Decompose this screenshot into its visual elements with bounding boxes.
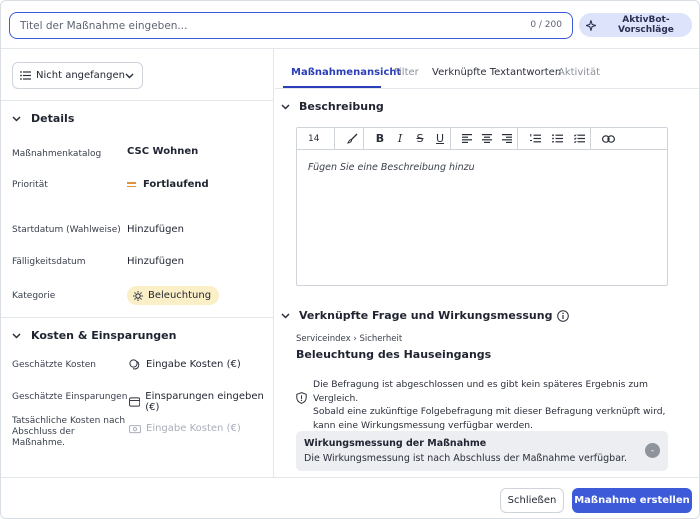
- estimated-costs-input[interactable]: Eingabe Kosten (€): [129, 359, 241, 370]
- description-heading: Beschreibung: [299, 100, 384, 113]
- catalog-label: Maßnahmenkatalog: [12, 149, 102, 159]
- underline-icon[interactable]: U: [430, 128, 450, 150]
- impact-measurement-box: Wirkungsmessung der Maßnahme Die Wirkung…: [296, 431, 668, 471]
- toolbar-separator: [450, 127, 451, 150]
- estimated-savings-placeholder: Einsparungen eingeben (€): [145, 391, 264, 413]
- shield-icon: [296, 392, 307, 404]
- priority-value[interactable]: Fortlaufend: [127, 179, 209, 190]
- chevron-down-icon: [12, 115, 21, 122]
- actual-costs-label-line3: Maßnahme.: [12, 438, 66, 448]
- description-editor: 14 B I S U Fügen Sie eine Beschreibung h…: [296, 127, 668, 286]
- category-value: Beleuchtung: [148, 290, 212, 301]
- ordered-list-icon[interactable]: [524, 128, 546, 150]
- linked-question-heading: Verknüpfte Frage und Wirkungsmessung: [299, 309, 553, 322]
- paint-brush-icon[interactable]: [341, 128, 363, 150]
- content-panel: Maßnahmenansicht Filter Verknüpfte Texta…: [275, 49, 699, 477]
- chevron-down-icon: [125, 73, 134, 78]
- question-title: Beleuchtung des Hauseingangs: [296, 348, 492, 361]
- list-icon: [20, 71, 31, 80]
- tab-massnahmenansicht[interactable]: Maßnahmenansicht: [291, 67, 401, 78]
- align-center-icon[interactable]: [477, 128, 497, 150]
- money-icon: [129, 424, 141, 433]
- tab-filter[interactable]: Filter: [394, 67, 419, 78]
- linked-question-section-toggle[interactable]: Verknüpfte Frage und Wirkungsmessung: [281, 309, 570, 322]
- divider: [1, 317, 274, 318]
- costs-section-toggle[interactable]: Kosten & Einsparungen: [12, 329, 176, 342]
- chevron-down-icon: [12, 332, 21, 339]
- char-counter: 0 / 200: [530, 20, 562, 30]
- due-date-label: Fälligkeitsdatum: [12, 257, 86, 267]
- survey-info-text: Die Befragung ist abgeschlossen und es g…: [313, 378, 673, 432]
- aktivbot-suggestions-button[interactable]: AktivBot-Vorschläge: [579, 13, 692, 37]
- align-left-icon[interactable]: [457, 128, 477, 150]
- title-field[interactable]: 0 / 200: [9, 12, 573, 39]
- impact-text: Die Wirkungsmessung ist nach Abschluss d…: [304, 453, 628, 464]
- italic-icon[interactable]: I: [390, 128, 410, 150]
- chevron-down-icon: [281, 312, 290, 319]
- actual-costs-input: Eingabe Kosten (€): [129, 423, 241, 434]
- status-value: Nicht angefangen: [36, 70, 125, 81]
- divider: [1, 100, 274, 101]
- tab-bar: Maßnahmenansicht Filter Verknüpfte Texta…: [275, 49, 699, 89]
- category-badge[interactable]: Beleuchtung: [127, 286, 220, 305]
- details-panel: Nicht angefangen Details Maßnahmenkatalo…: [1, 49, 274, 477]
- aktivbot-label: AktivBot-Vorschläge: [617, 15, 674, 35]
- editor-toolbar: 14 B I S U: [297, 127, 667, 150]
- link-icon[interactable]: [597, 128, 619, 150]
- toolbar-separator: [363, 127, 364, 150]
- font-size-select[interactable]: 14: [308, 128, 334, 150]
- priority-text: Fortlaufend: [143, 179, 209, 190]
- wallet-icon: [129, 397, 141, 407]
- align-right-icon[interactable]: [497, 128, 517, 150]
- active-tab-indicator: [283, 86, 381, 88]
- category-label: Kategorie: [12, 291, 56, 301]
- estimated-costs-placeholder: Eingabe Kosten (€): [146, 359, 241, 370]
- coins-icon: [129, 359, 140, 370]
- close-button[interactable]: Schließen: [500, 488, 564, 513]
- checklist-icon[interactable]: [568, 128, 590, 150]
- start-date-add[interactable]: Hinzufügen: [127, 224, 184, 235]
- estimated-costs-label: Geschätzte Kosten: [12, 360, 96, 370]
- impact-title: Wirkungsmessung der Maßnahme: [304, 438, 487, 449]
- catalog-value[interactable]: CSC Wohnen: [127, 146, 198, 157]
- tab-activity[interactable]: Aktivität: [558, 67, 600, 78]
- priority-icon: [127, 180, 136, 189]
- toolbar-separator: [517, 127, 518, 150]
- priority-label: Priorität: [12, 180, 48, 190]
- info-icon[interactable]: [557, 309, 570, 322]
- impact-status-badge: -: [645, 443, 660, 458]
- actual-costs-label-line2: Abschluss der: [12, 427, 75, 437]
- details-heading: Details: [31, 112, 75, 125]
- toolbar-separator: [590, 127, 591, 150]
- question-breadcrumb: Serviceindex › Sicherheit: [296, 334, 403, 344]
- actual-costs-label: Tatsächliche Kosten nach Abschluss der M…: [12, 416, 125, 449]
- survey-info-line2: Sobald eine zukünftige Folgebefragung mi…: [313, 406, 666, 417]
- bullet-list-icon[interactable]: [546, 128, 568, 150]
- bold-icon[interactable]: B: [370, 128, 390, 150]
- estimated-savings-label: Geschätzte Einsparungen: [12, 392, 128, 402]
- sparkle-icon: [586, 19, 596, 31]
- lightbulb-icon: [133, 290, 143, 301]
- survey-info-line3: kann eine Wirkungsmessung verfügbar werd…: [313, 419, 533, 431]
- estimated-savings-input[interactable]: Einsparungen eingeben (€): [129, 391, 273, 413]
- start-date-label: Startdatum (Wahlweise): [12, 225, 121, 235]
- dialog-header: 0 / 200 AktivBot-Vorschläge: [1, 1, 699, 49]
- chevron-down-icon: [281, 103, 290, 110]
- strikethrough-icon[interactable]: S: [410, 128, 430, 150]
- tab-linked-text-answers[interactable]: Verknüpfte Textantworten: [432, 67, 561, 78]
- dialog-footer: Schließen Maßnahme erstellen: [1, 477, 699, 518]
- create-action-dialog: 0 / 200 AktivBot-Vorschläge Nicht angefa…: [0, 0, 700, 519]
- status-dropdown[interactable]: Nicht angefangen: [12, 62, 143, 89]
- description-placeholder[interactable]: Fügen Sie eine Beschreibung hinzu: [308, 162, 475, 173]
- costs-heading: Kosten & Einsparungen: [31, 329, 177, 342]
- details-section-toggle[interactable]: Details: [12, 112, 74, 125]
- title-input[interactable]: [20, 18, 500, 34]
- description-section-toggle[interactable]: Beschreibung: [281, 100, 384, 113]
- toolbar-separator: [334, 127, 335, 150]
- survey-info-line1: Die Befragung ist abgeschlossen und es g…: [313, 379, 648, 404]
- actual-costs-placeholder: Eingabe Kosten (€): [146, 423, 241, 434]
- due-date-add[interactable]: Hinzufügen: [127, 256, 184, 267]
- create-action-button[interactable]: Maßnahme erstellen: [572, 488, 692, 513]
- actual-costs-label-line1: Tatsächliche Kosten nach: [12, 416, 126, 426]
